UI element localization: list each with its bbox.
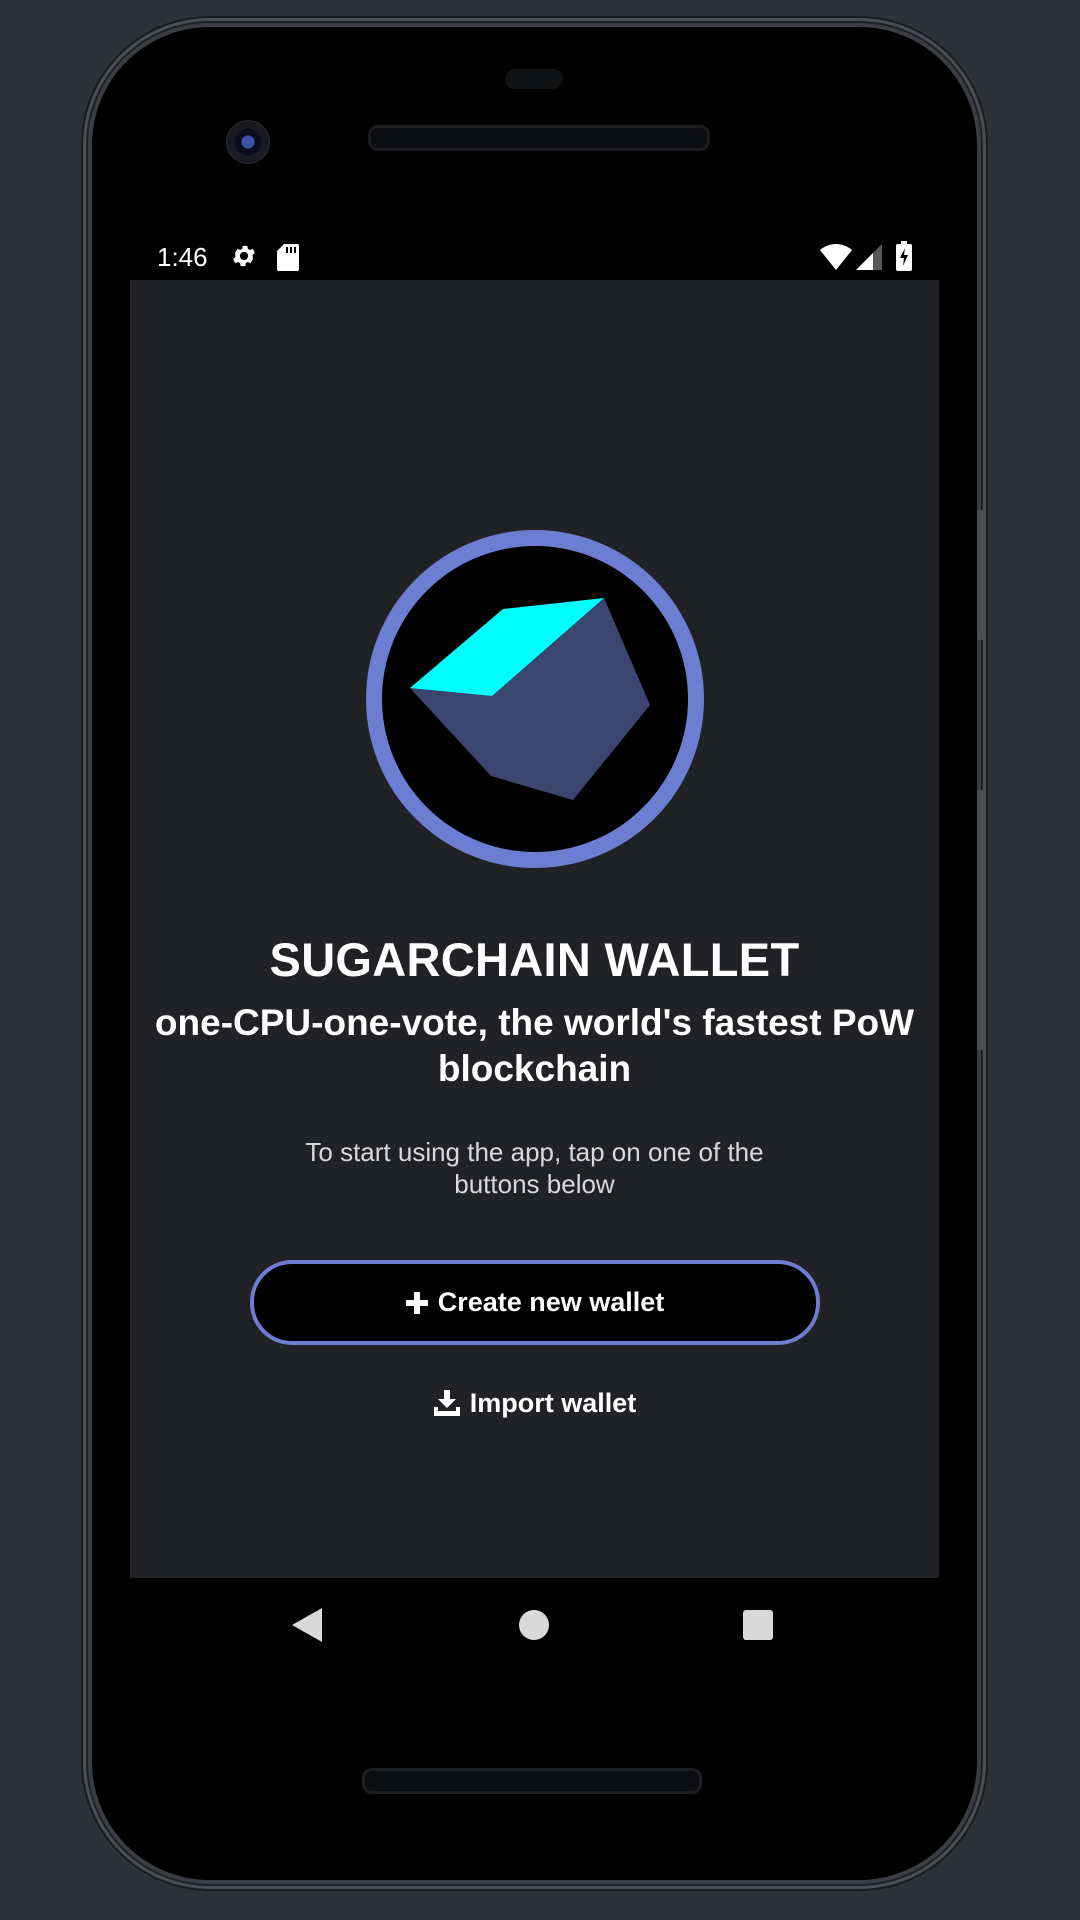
- status-time: 1:46: [157, 242, 208, 272]
- gear-icon: [232, 245, 256, 267]
- instruction-text: To start using the app, tap on one of th…: [305, 1137, 764, 1199]
- plus-icon: [405, 1291, 428, 1314]
- battery-charging-icon: [896, 241, 912, 271]
- import-wallet-label: Import wallet: [469, 1387, 637, 1418]
- earpiece-speaker: [368, 125, 710, 151]
- recents-icon[interactable]: [743, 1610, 773, 1640]
- back-icon[interactable]: [292, 1608, 322, 1642]
- volume-button: [977, 790, 985, 1050]
- bottom-speaker: [362, 1768, 702, 1794]
- app-title: SUGARCHAIN WALLET: [269, 933, 800, 986]
- app-subtitle: one-CPU-one-vote, the world's fastest Po…: [154, 1002, 915, 1089]
- front-camera: [226, 120, 270, 164]
- app-screen: SUGARCHAIN WALLET one-CPU-one-vote, the …: [130, 280, 939, 1578]
- download-icon: [433, 1390, 460, 1416]
- status-bar: 1:46: [130, 236, 940, 282]
- sd-card-icon: [277, 244, 299, 271]
- sugarchain-logo: [366, 530, 704, 868]
- power-button: [977, 510, 985, 640]
- home-icon[interactable]: [519, 1610, 549, 1640]
- cell-signal-icon: [856, 244, 882, 270]
- create-wallet-button[interactable]: Create new wallet: [250, 1260, 820, 1345]
- create-wallet-label: Create new wallet: [437, 1287, 665, 1317]
- navigation-bar: [130, 1578, 939, 1673]
- wifi-icon: [820, 244, 852, 270]
- proximity-sensor: [505, 69, 563, 89]
- import-wallet-button[interactable]: Import wallet: [400, 1380, 670, 1426]
